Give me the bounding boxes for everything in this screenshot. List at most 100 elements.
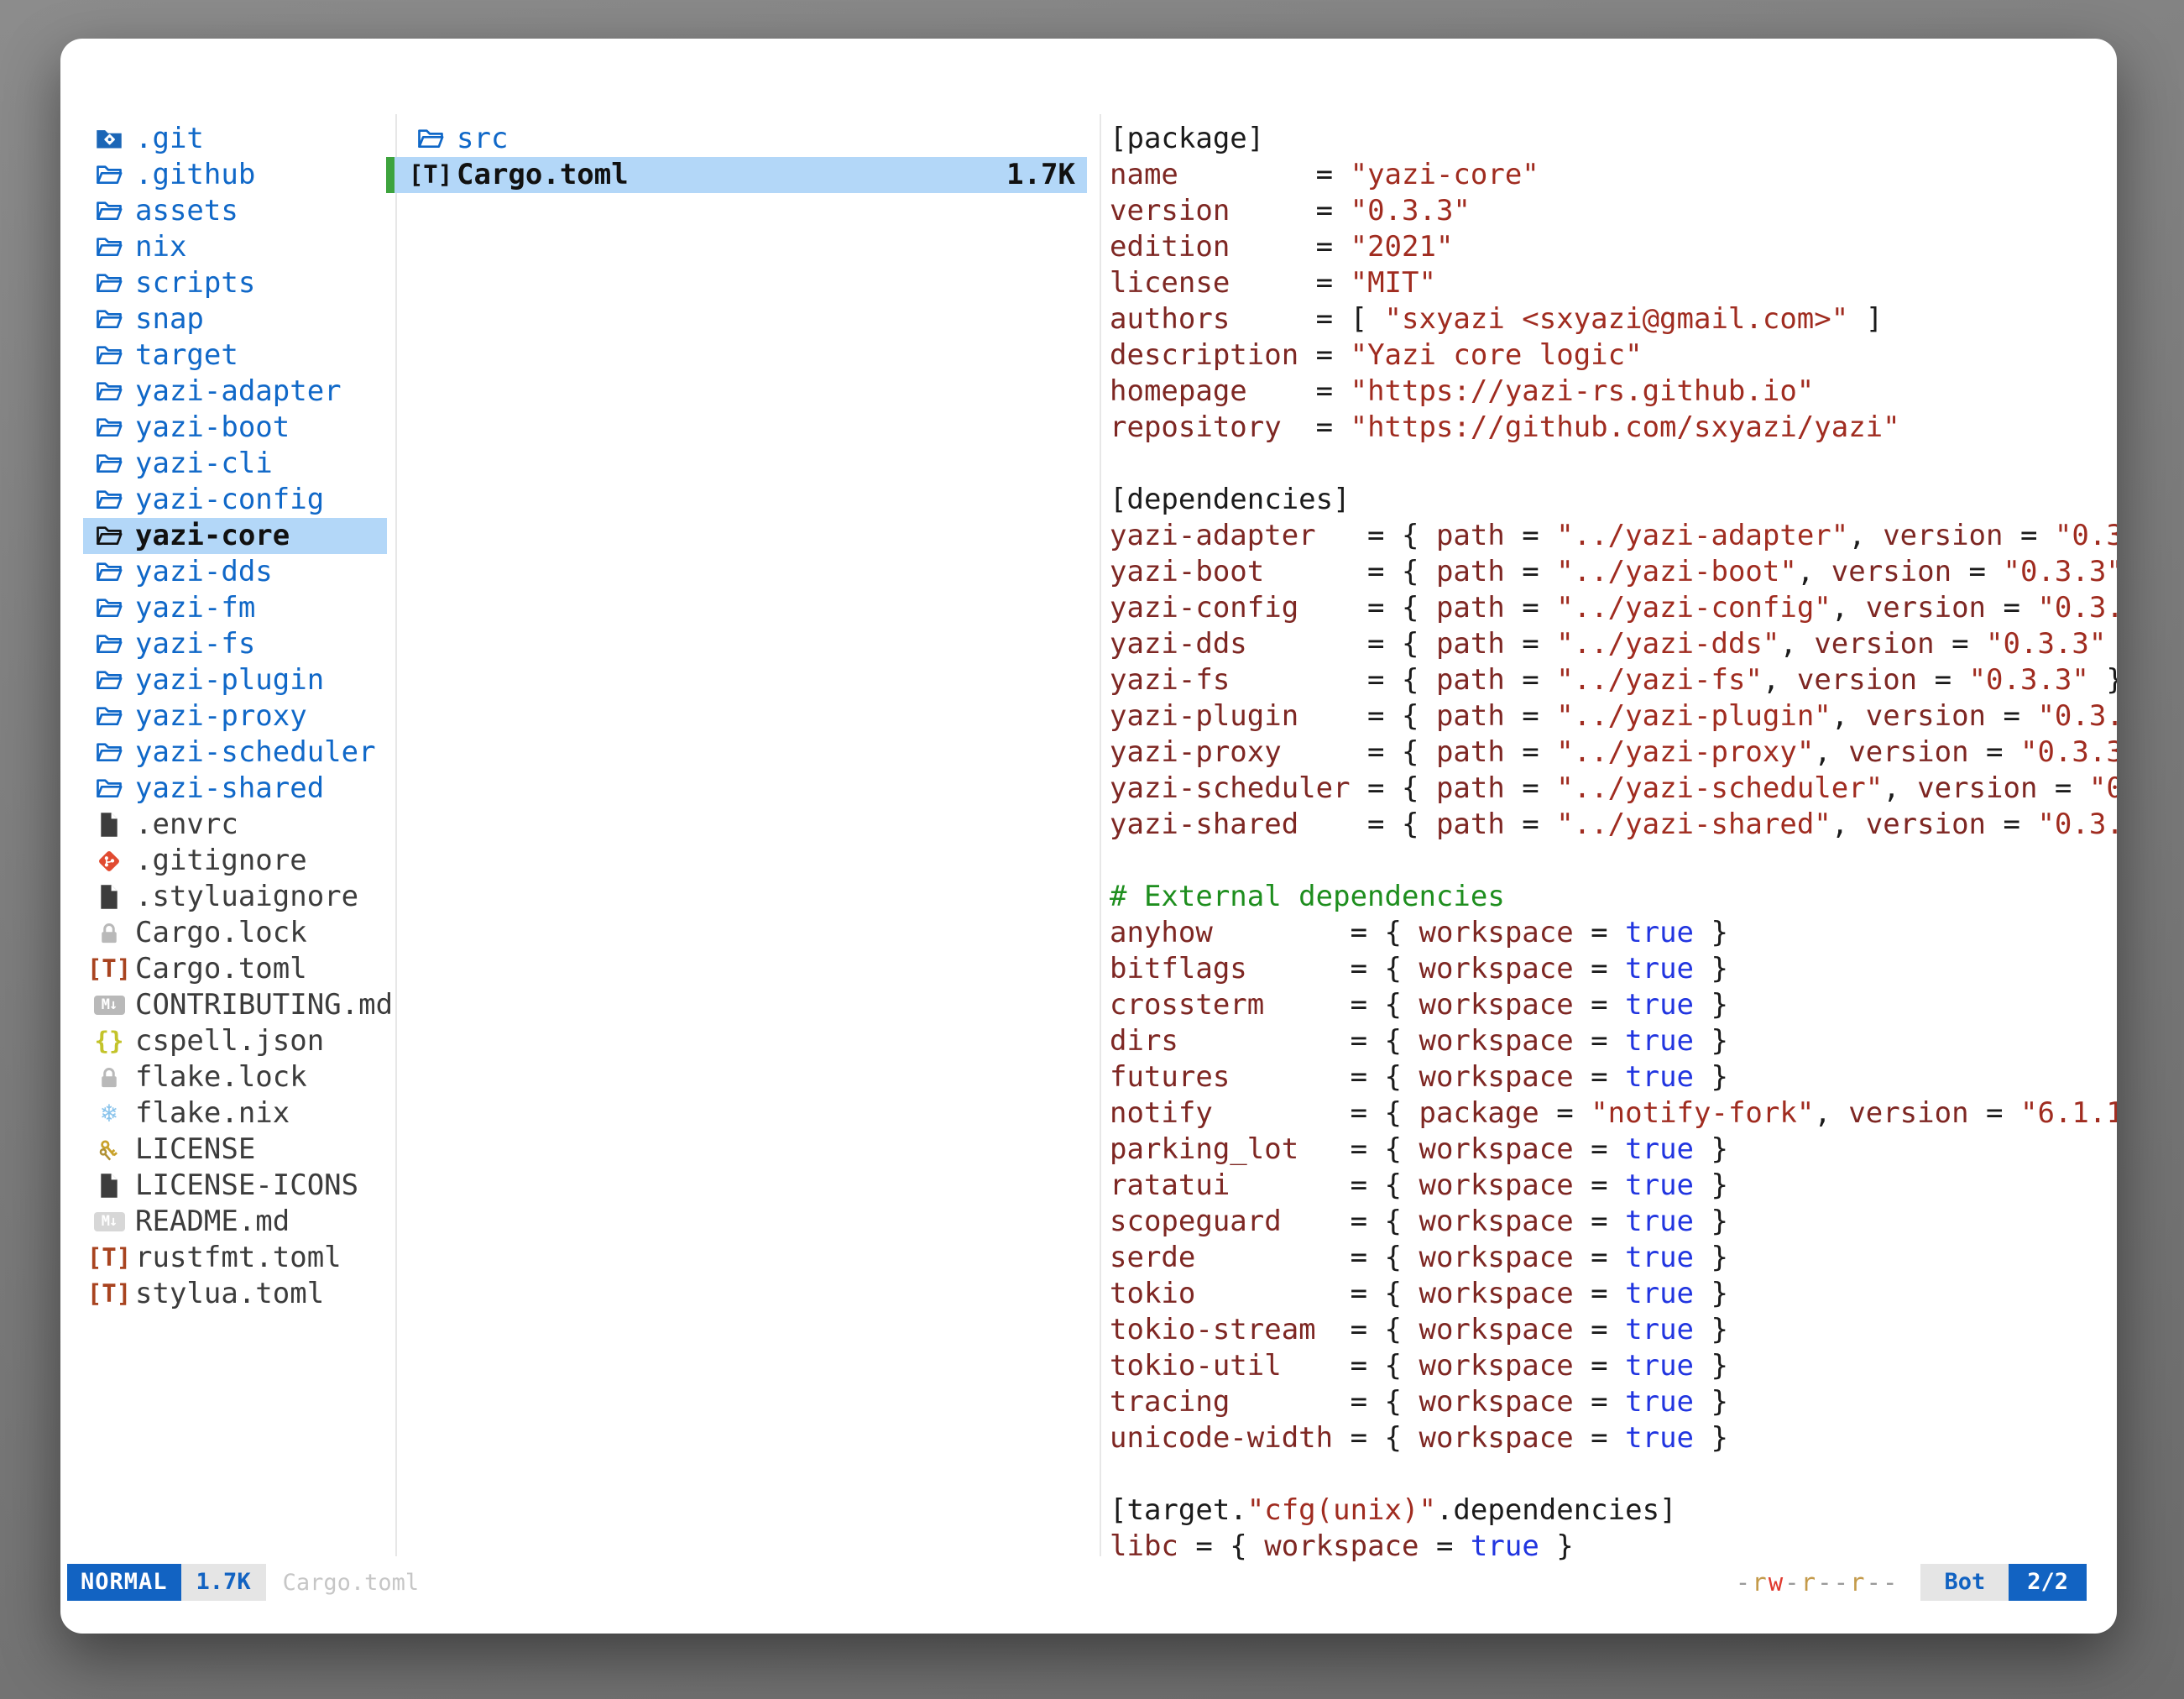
preview-line: yazi-config = { path = "../yazi-config",… (1110, 590, 2117, 626)
parent-item-.envrc[interactable]: .envrc (83, 807, 387, 843)
item-label: assets (135, 193, 238, 229)
item-label: Cargo.toml (457, 157, 629, 193)
folder-open-icon (96, 741, 123, 764)
item-label: cspell.json (135, 1023, 324, 1059)
file-size-badge: 1.7K (181, 1564, 266, 1601)
parent-item-yazi-config[interactable]: yazi-config (83, 482, 387, 518)
item-label: README.md (135, 1204, 290, 1240)
item-label: snap (135, 301, 204, 337)
parent-item-rustfmt.toml[interactable]: [T]rustfmt.toml (83, 1240, 387, 1276)
preview-line: [package] (1110, 121, 1264, 157)
preview-line: unicode-width = { workspace = true } (1110, 1420, 1728, 1456)
folder-open-icon (96, 452, 123, 475)
toml-icon: [T] (87, 1246, 131, 1270)
preview-line: yazi-fs = { path = "../yazi-fs", version… (1110, 662, 2117, 698)
item-label: Cargo.lock (135, 915, 307, 951)
folder-open-icon (417, 128, 444, 150)
preview-line: tokio = { workspace = true } (1110, 1276, 1728, 1312)
cursor-page-badge: 2/2 (2009, 1564, 2087, 1601)
item-label: flake.nix (135, 1095, 290, 1132)
json-braces-icon: {} (95, 1029, 124, 1053)
parent-item-yazi-proxy[interactable]: yazi-proxy (83, 698, 387, 734)
preview-line: dirs = { workspace = true } (1110, 1023, 1728, 1059)
preview-line: version = "0.3.3" (1110, 193, 1471, 229)
file-icon (98, 884, 120, 910)
file-permissions: -rw-r--r-- (1736, 1568, 1899, 1597)
preview-line: crossterm = { workspace = true } (1110, 987, 1728, 1023)
preview-line: bitflags = { workspace = true } (1110, 951, 1728, 987)
item-label: yazi-shared (135, 771, 324, 807)
item-label: src (457, 121, 508, 157)
current-item-src[interactable]: src (386, 121, 1087, 157)
parent-item-Cargo.toml[interactable]: [T]Cargo.toml (83, 951, 387, 987)
parent-item-yazi-scheduler[interactable]: yazi-scheduler (83, 734, 387, 771)
parent-item-snap[interactable]: snap (83, 301, 387, 337)
parent-item-yazi-core[interactable]: yazi-core (83, 518, 387, 554)
preview-line: [target."cfg(unix)".dependencies] (1110, 1493, 1677, 1529)
lock-icon (98, 1066, 120, 1090)
preview-line: anyhow = { workspace = true } (1110, 915, 1728, 951)
mode-badge: NORMAL (67, 1564, 181, 1601)
parent-item-CONTRIBUTING.md[interactable]: M↓CONTRIBUTING.md (83, 987, 387, 1023)
item-label: rustfmt.toml (135, 1240, 342, 1276)
parent-item-scripts[interactable]: scripts (83, 265, 387, 301)
item-label: scripts (135, 265, 255, 301)
parent-item-yazi-fs[interactable]: yazi-fs (83, 626, 387, 662)
folder-open-icon (96, 416, 123, 439)
parent-item-flake.nix[interactable]: ❄ flake.nix (83, 1095, 387, 1132)
preview-line: notify = { package = "notify-fork", vers… (1110, 1095, 2117, 1132)
parent-item-yazi-fm[interactable]: yazi-fm (83, 590, 387, 626)
parent-item-cspell.json[interactable]: {} cspell.json (83, 1023, 387, 1059)
parent-item-yazi-shared[interactable]: yazi-shared (83, 771, 387, 807)
item-size: 1.7K (1006, 157, 1087, 193)
nix-snowflake-icon: ❄ (102, 1100, 118, 1127)
item-label: .gitignore (135, 843, 307, 879)
preview-line: yazi-adapter = { path = "../yazi-adapter… (1110, 518, 2117, 554)
preview-line: scopeguard = { workspace = true } (1110, 1204, 1728, 1240)
parent-item-yazi-boot[interactable]: yazi-boot (83, 410, 387, 446)
preview-line: yazi-boot = { path = "../yazi-boot", ver… (1110, 554, 2117, 590)
preview-line: yazi-plugin = { path = "../yazi-plugin",… (1110, 698, 2117, 734)
item-label: yazi-config (135, 482, 324, 518)
preview-line: yazi-scheduler = { path = "../yazi-sched… (1110, 771, 2117, 807)
parent-item-yazi-dds[interactable]: yazi-dds (83, 554, 387, 590)
item-label: nix (135, 229, 186, 265)
pane-separator-right (1100, 114, 1101, 1556)
folder-open-icon (96, 272, 123, 295)
folder-open-icon (96, 489, 123, 511)
parent-item-.gitignore[interactable]: .gitignore (83, 843, 387, 879)
parent-item-assets[interactable]: assets (83, 193, 387, 229)
parent-item-.github[interactable]: .github (83, 157, 387, 193)
parent-item-stylua.toml[interactable]: [T]stylua.toml (83, 1276, 387, 1312)
preview-line: yazi-proxy = { path = "../yazi-proxy", v… (1110, 734, 2117, 771)
status-filename: Cargo.toml (283, 1570, 420, 1596)
item-label: yazi-boot (135, 410, 290, 446)
parent-item-README.md[interactable]: M↓README.md (83, 1204, 387, 1240)
preview-line: ratatui = { workspace = true } (1110, 1168, 1728, 1204)
parent-item-flake.lock[interactable]: flake.lock (83, 1059, 387, 1095)
folder-open-icon (96, 380, 123, 403)
folder-open-icon (96, 236, 123, 259)
parent-item-target[interactable]: target (83, 337, 387, 374)
parent-item-.styluaignore[interactable]: .styluaignore (83, 879, 387, 915)
parent-item-yazi-plugin[interactable]: yazi-plugin (83, 662, 387, 698)
parent-item-yazi-cli[interactable]: yazi-cli (83, 446, 387, 482)
parent-item-Cargo.lock[interactable]: Cargo.lock (83, 915, 387, 951)
parent-item-yazi-adapter[interactable]: yazi-adapter (83, 374, 387, 410)
preview-line: repository = "https://github.com/sxyazi/… (1110, 410, 1900, 446)
preview-line: # External dependencies (1110, 879, 1505, 915)
parent-item-LICENSE[interactable]: LICENSE (83, 1132, 387, 1168)
current-item-Cargo.toml[interactable]: [T]Cargo.toml1.7K (386, 157, 1087, 193)
toml-icon: [T] (87, 957, 131, 981)
item-label: .envrc (135, 807, 238, 843)
parent-item-nix[interactable]: nix (83, 229, 387, 265)
item-label: yazi-scheduler (135, 734, 376, 771)
item-label: Cargo.toml (135, 951, 307, 987)
folder-open-icon (96, 705, 123, 728)
preview-line: libc = { workspace = true } (1110, 1529, 1574, 1565)
preview-line: tokio-util = { workspace = true } (1110, 1348, 1728, 1384)
item-label: yazi-dds (135, 554, 273, 590)
parent-item-LICENSE-ICONS[interactable]: LICENSE-ICONS (83, 1168, 387, 1204)
parent-item-.git[interactable]: .git (83, 121, 387, 157)
git-folder-icon (96, 128, 123, 150)
